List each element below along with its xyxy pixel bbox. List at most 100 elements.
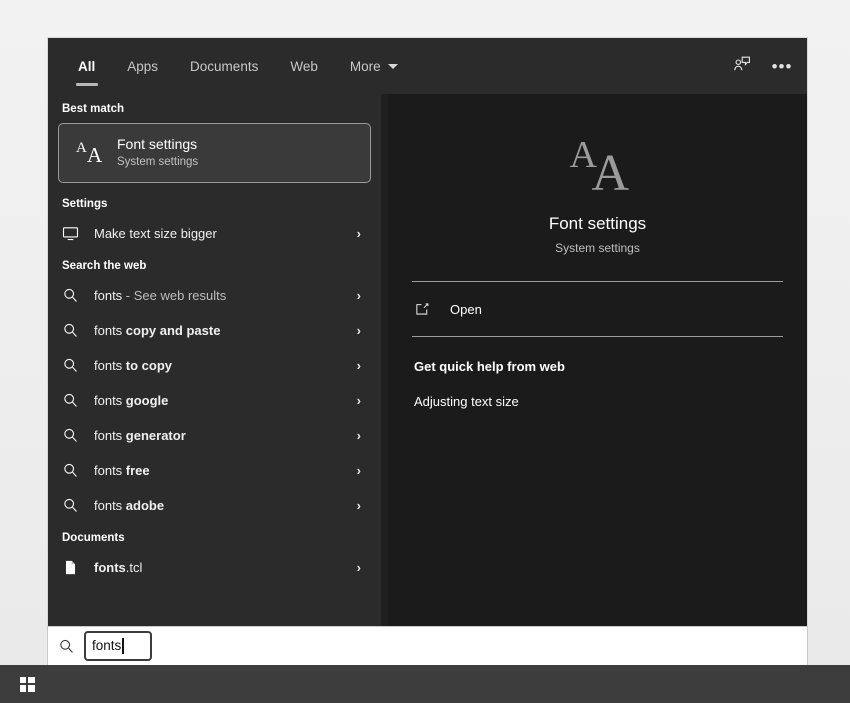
ellipsis-icon: •••: [771, 56, 793, 76]
preview-subtitle: System settings: [555, 241, 640, 255]
preview-hero: A A Font settings System settings: [388, 94, 807, 255]
chevron-right-icon: ›: [356, 323, 361, 338]
section-header-search-the-web: Search the web: [62, 260, 147, 272]
result-item-web-copy-and-paste[interactable]: fonts copy and paste ›: [48, 313, 381, 348]
result-item-web-google[interactable]: fonts google ›: [48, 383, 381, 418]
best-match-text: Font settings System settings: [117, 136, 198, 170]
result-item-label: fonts generator: [94, 428, 186, 443]
tabbar-actions: •••: [725, 38, 799, 94]
result-item-web-adobe[interactable]: fonts adobe ›: [48, 488, 381, 523]
result-item-label: fonts free: [94, 463, 150, 478]
search-icon: [62, 357, 94, 374]
tab-list: All Apps Documents Web More: [62, 38, 414, 94]
more-options-button[interactable]: •••: [765, 49, 799, 83]
result-item-web-to-copy[interactable]: fonts to copy ›: [48, 348, 381, 383]
result-label-main: Make text size bigger: [94, 226, 217, 241]
result-label-prefix: fonts: [94, 498, 126, 513]
result-label-main: copy and paste: [125, 323, 221, 338]
quick-help-title: Get quick help from web: [414, 359, 565, 374]
chevron-right-icon: ›: [356, 393, 361, 408]
aa-icon-large-letter: A: [87, 143, 103, 167]
search-tabbar: All Apps Documents Web More •••: [48, 38, 807, 94]
open-action-label: Open: [450, 301, 482, 317]
result-item-label: fonts adobe: [94, 498, 164, 513]
feedback-person-icon: [732, 54, 752, 79]
feedback-button[interactable]: [725, 49, 759, 83]
taskbar-search-bar[interactable]: fonts: [48, 627, 807, 665]
result-label-main: free: [125, 463, 150, 478]
result-item-document-fonts-tcl[interactable]: fonts.tcl ›: [48, 550, 381, 585]
best-match-subtitle: System settings: [117, 156, 199, 168]
best-match-card[interactable]: A A Font settings System settings: [58, 123, 371, 183]
chevron-down-icon: [387, 63, 398, 69]
result-label-prefix: fonts: [94, 428, 126, 443]
result-item-label: fonts copy and paste: [94, 323, 220, 338]
search-icon: [62, 427, 94, 444]
windows-logo-icon: [19, 676, 35, 692]
chevron-right-icon: ›: [356, 498, 361, 513]
result-item-web-generator[interactable]: fonts generator ›: [48, 418, 381, 453]
tab-all[interactable]: All: [62, 38, 111, 94]
taskbar: [0, 665, 850, 703]
quick-help-link-adjusting-text-size[interactable]: Adjusting text size: [414, 394, 781, 409]
tab-active-underline: [75, 83, 98, 86]
result-label-main: google: [125, 393, 169, 408]
result-label-main: adobe: [125, 498, 165, 513]
chevron-right-icon: ›: [356, 463, 361, 478]
result-label-main: to copy: [125, 358, 173, 373]
search-input[interactable]: fonts: [84, 631, 152, 661]
result-item-label: fonts.tcl: [94, 560, 142, 575]
result-label-prefix: fonts: [94, 288, 123, 303]
result-label-prefix: fonts: [94, 323, 126, 338]
result-item-label: fonts - See web results: [94, 288, 226, 303]
search-icon: [62, 462, 94, 479]
result-label-main: fonts: [94, 560, 126, 575]
tab-apps-label: Apps: [127, 58, 159, 74]
monitor-icon: [62, 225, 94, 242]
tab-more-label: More: [349, 58, 381, 74]
tab-more[interactable]: More: [334, 38, 414, 94]
section-header-settings: Settings: [62, 198, 108, 210]
aa-icon-large-letter: A: [591, 145, 630, 202]
result-label-prefix: fonts: [94, 393, 126, 408]
aa-icon-small-letter: A: [76, 140, 87, 156]
open-external-icon: [414, 301, 450, 317]
result-item-label: Make text size bigger: [94, 226, 217, 241]
preview-panel: A A Font settings System settings Open G…: [388, 94, 807, 665]
result-item-web-see-web-results[interactable]: fonts - See web results ›: [48, 278, 381, 313]
result-item-make-text-size-bigger[interactable]: Make text size bigger ›: [48, 216, 381, 251]
start-button[interactable]: [8, 665, 46, 703]
tab-documents-label: Documents: [190, 58, 259, 74]
tab-documents[interactable]: Documents: [174, 38, 274, 94]
result-label-main: generator: [125, 428, 186, 443]
chevron-right-icon: ›: [356, 560, 361, 575]
search-icon: [62, 497, 94, 514]
result-item-web-free[interactable]: fonts free ›: [48, 453, 381, 488]
search-icon: [62, 392, 94, 409]
tab-web-label: Web: [290, 58, 318, 74]
section-header-best-match: Best match: [62, 103, 124, 115]
result-label-suffix: - See web results: [122, 288, 227, 303]
search-input-value: fonts: [92, 638, 122, 654]
tab-web[interactable]: Web: [274, 38, 334, 94]
best-match-icon-wrap: A A: [71, 140, 111, 167]
result-item-label: fonts to copy: [94, 358, 172, 373]
result-label-suffix: .tcl: [125, 560, 143, 575]
quick-help-block: Get quick help from web Adjusting text s…: [388, 337, 807, 409]
preview-title: Font settings: [548, 214, 647, 233]
result-label-prefix: fonts: [94, 358, 126, 373]
chevron-right-icon: ›: [356, 358, 361, 373]
result-label-prefix: fonts: [94, 463, 126, 478]
best-match-title: Font settings: [117, 136, 198, 152]
chevron-right-icon: ›: [356, 288, 361, 303]
search-icon: [62, 287, 94, 304]
tab-all-label: All: [78, 58, 96, 74]
result-item-label: fonts google: [94, 393, 168, 408]
font-size-aa-icon: A A: [76, 140, 106, 167]
screen: All Apps Documents Web More ••• Best mat…: [0, 0, 850, 703]
chevron-right-icon: ›: [356, 428, 361, 443]
chevron-right-icon: ›: [356, 226, 361, 241]
tab-apps[interactable]: Apps: [111, 38, 174, 94]
search-icon: [48, 638, 84, 655]
open-action-button[interactable]: Open: [388, 282, 807, 336]
